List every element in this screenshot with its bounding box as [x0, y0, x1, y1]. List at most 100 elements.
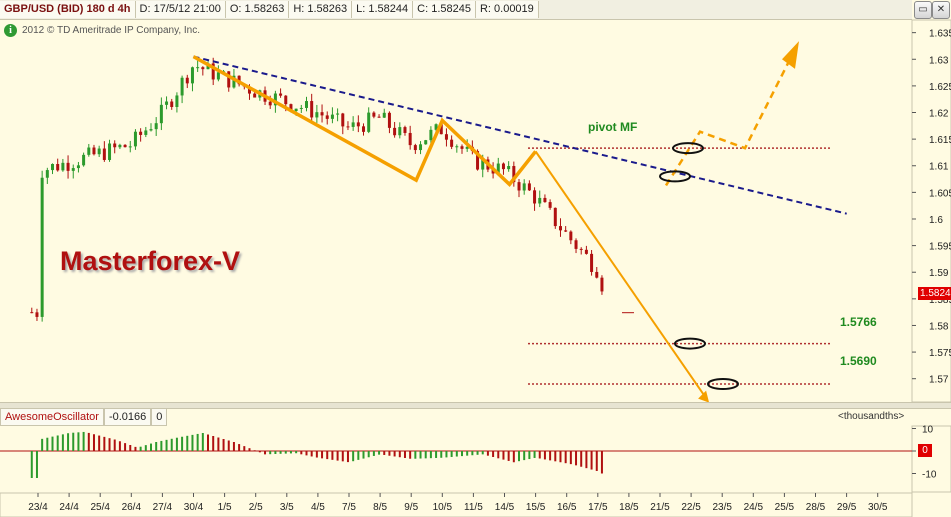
level-2-label: 1.5690 [840, 354, 877, 368]
candle-body [564, 230, 568, 232]
candle-body [341, 113, 345, 127]
candle-body [574, 240, 578, 249]
candle-body [460, 146, 464, 149]
candle-body [294, 108, 298, 112]
candle-body [299, 107, 303, 109]
price-tick-label: 1.635 [929, 29, 951, 40]
candle-body [35, 312, 39, 317]
candle-body [304, 101, 308, 108]
candle-body [154, 123, 158, 130]
candle-body [398, 127, 402, 136]
candle-body [76, 165, 80, 169]
time-tick-label: 29/5 [837, 502, 857, 513]
candle-body [543, 197, 547, 203]
candle-body [356, 122, 360, 127]
candle-body [144, 130, 148, 135]
price-axis [911, 19, 951, 403]
price-tick-label: 1.605 [929, 188, 951, 199]
candle-body [97, 148, 101, 155]
candle-body [61, 162, 65, 171]
oscillator-value: -0.0166 [103, 408, 152, 426]
scenario-up-line [664, 58, 792, 187]
candle-body [201, 67, 205, 70]
candle-body [45, 170, 49, 178]
osc-tick-label: -10 [922, 470, 937, 481]
candle-body [123, 144, 127, 148]
candle-body [82, 154, 86, 166]
candle-body [113, 143, 117, 148]
candle-body [175, 95, 179, 108]
time-tick-label: 22/5 [681, 502, 701, 513]
projection-down-arrowhead [698, 390, 710, 403]
time-tick-label: 8/5 [373, 502, 387, 513]
level-1-label: 1.5766 [840, 315, 877, 329]
candle-body [351, 122, 355, 127]
price-tick-label: 1.6 [929, 215, 943, 226]
pattern-zigzag [192, 55, 537, 187]
candle-body [310, 101, 314, 118]
price-tick-label: 1.59 [929, 268, 949, 279]
time-tick-label: 25/4 [90, 502, 110, 513]
oscillator-name[interactable]: AwesomeOscillator [0, 408, 104, 426]
price-tick-label: 1.63 [929, 55, 949, 66]
candle-body [325, 115, 329, 119]
time-tick-label: 30/4 [184, 502, 204, 513]
candle-body [102, 148, 106, 160]
time-tick-label: 23/5 [712, 502, 732, 513]
candle-body [30, 312, 34, 314]
candle-body [522, 183, 526, 191]
candle-body [190, 67, 194, 84]
price-tick-label: 1.58 [929, 321, 949, 332]
candle-body [253, 93, 257, 98]
candle-body [558, 226, 562, 231]
candle-body [216, 72, 220, 80]
candle-body [553, 207, 557, 227]
candle-body [455, 146, 459, 148]
candle-body [133, 131, 137, 147]
candle-body [584, 249, 588, 254]
candle-body [501, 163, 505, 170]
candle-body [330, 114, 334, 119]
osc-tick-label: 10 [922, 425, 934, 436]
candle-body [66, 162, 70, 171]
time-tick-label: 30/5 [868, 502, 888, 513]
candle-body [279, 93, 283, 96]
candle-body [548, 202, 552, 208]
candle-body [196, 67, 200, 69]
scenario-up-arrowhead [782, 41, 799, 69]
time-tick-label: 7/5 [342, 502, 356, 513]
candle-body [268, 101, 272, 106]
candle-body [40, 177, 44, 317]
price-tick-label: 1.595 [929, 242, 951, 253]
candle-body [533, 190, 537, 204]
candle-body [590, 253, 594, 272]
candle-body [108, 143, 112, 160]
candle-body [377, 116, 381, 118]
candle-body [92, 147, 96, 155]
oscillator-tag: 0 [918, 444, 932, 457]
price-tick-label: 1.57 [929, 375, 949, 386]
price-tick-label: 1.615 [929, 135, 951, 146]
time-tick-label: 4/5 [311, 502, 325, 513]
candle-body [538, 197, 542, 204]
candle-body [128, 146, 132, 148]
candle-body [165, 101, 169, 105]
candle-body [185, 77, 189, 84]
candle-body [382, 112, 386, 118]
time-tick-label: 24/4 [59, 502, 79, 513]
time-tick-label: 1/5 [218, 502, 232, 513]
oscillator-param: 0 [151, 408, 168, 426]
time-tick-label: 3/5 [280, 502, 294, 513]
price-tick-label: 1.61 [929, 162, 949, 173]
candle-body [180, 77, 184, 96]
candle-body [149, 129, 153, 131]
candle-body [56, 163, 60, 171]
time-tick-label: 26/4 [122, 502, 142, 513]
price-tick-label: 1.625 [929, 82, 951, 93]
candle-body [346, 126, 350, 128]
watermark-text: Masterforex-V [60, 246, 241, 276]
candles [30, 57, 604, 322]
candle-body [419, 144, 423, 151]
candle-body [51, 163, 55, 171]
time-tick-label: 21/5 [650, 502, 670, 513]
